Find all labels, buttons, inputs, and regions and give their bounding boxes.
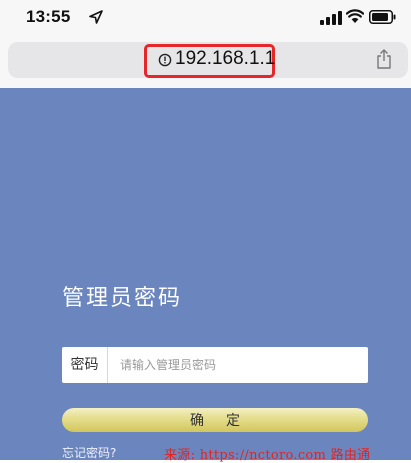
status-bar: 13:55 xyxy=(0,0,411,36)
battery-icon xyxy=(369,10,396,24)
status-time: 13:55 xyxy=(26,7,71,26)
info-circle-icon xyxy=(158,53,172,67)
password-label: 密码 xyxy=(62,347,108,383)
signal-icon xyxy=(320,11,342,25)
browser-toolbar: 192.168.1.1 xyxy=(0,36,411,88)
password-field-group: 密码 xyxy=(62,347,368,383)
share-icon[interactable] xyxy=(376,49,392,69)
forgot-password-link[interactable]: 忘记密码? xyxy=(62,444,116,461)
address-url[interactable]: 192.168.1.1 xyxy=(175,48,275,70)
confirm-button[interactable]: 确定 xyxy=(62,408,368,432)
location-arrow-icon xyxy=(89,10,103,24)
watermark-text: 来源: https://nctoro.com 路由通 xyxy=(164,448,371,463)
wifi-icon xyxy=(346,9,364,23)
password-input[interactable] xyxy=(108,347,366,383)
login-panel: 管理员密码 密码 确定 忘记密码? xyxy=(0,88,411,460)
page-title: 管理员密码 xyxy=(62,286,183,311)
